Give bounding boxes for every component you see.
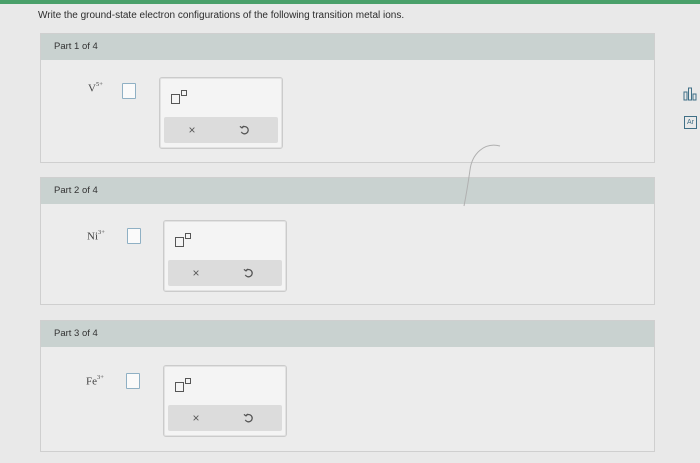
part-3-header: Part 3 of 4 — [41, 321, 654, 347]
part-2-ion: Ni3+ — [87, 229, 105, 243]
part-2-toolbox: × — [163, 220, 287, 292]
ion-symbol: Fe — [86, 375, 97, 388]
undo-icon — [239, 125, 249, 135]
part-2-header: Part 2 of 4 — [41, 178, 654, 204]
part-1-panel: Part 1 of 4 V5+ × — [40, 33, 655, 163]
ion-charge: 5+ — [95, 81, 103, 88]
part-3-ion: Fe3+ — [86, 374, 104, 388]
ion-symbol: V — [88, 82, 96, 95]
part-2-button-row: × — [168, 260, 282, 286]
part-1-header: Part 1 of 4 — [41, 34, 654, 60]
top-accent-bar — [0, 0, 700, 4]
part-1-button-row: × — [164, 117, 278, 143]
undo-button[interactable] — [228, 405, 268, 431]
stray-pen-mark — [463, 144, 501, 207]
part-3-button-row: × — [168, 405, 282, 431]
periodic-table-button[interactable]: Ar — [684, 116, 697, 129]
data-bars-icon — [683, 87, 697, 101]
part-3-panel: Part 3 of 4 Fe3+ × — [40, 320, 655, 452]
clear-button[interactable]: × — [176, 260, 216, 286]
part-2-panel: Part 2 of 4 Ni3+ × — [40, 177, 655, 305]
part-1-ion: V5+ — [88, 81, 103, 95]
data-tool-button[interactable] — [683, 86, 697, 107]
question-instruction: Write the ground-state electron configur… — [38, 10, 405, 21]
undo-icon — [243, 268, 253, 278]
superscript-template-icon[interactable] — [175, 378, 197, 394]
part-3-toolbox: × — [163, 365, 287, 437]
clear-button[interactable]: × — [172, 117, 212, 143]
part-2-answer-box[interactable] — [127, 228, 141, 244]
part-1-toolbox: × — [159, 77, 283, 149]
ion-symbol: Ni — [87, 230, 98, 243]
undo-icon — [243, 413, 253, 423]
undo-button[interactable] — [224, 117, 264, 143]
superscript-template-icon[interactable] — [171, 90, 193, 106]
superscript-template-icon[interactable] — [175, 233, 197, 249]
part-3-answer-box[interactable] — [126, 373, 140, 389]
clear-button[interactable]: × — [176, 405, 216, 431]
part-1-answer-box[interactable] — [122, 83, 136, 99]
periodic-table-label: Ar — [687, 119, 694, 126]
ion-charge: 3+ — [97, 374, 104, 381]
ion-charge: 3+ — [98, 229, 105, 236]
undo-button[interactable] — [228, 260, 268, 286]
